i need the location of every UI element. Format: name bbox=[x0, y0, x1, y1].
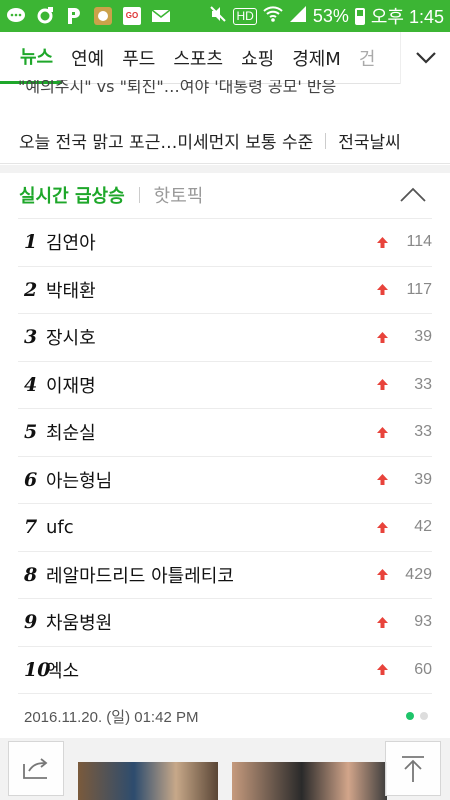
rise-arrow-icon bbox=[376, 521, 388, 533]
rank-keyword: 김연아 bbox=[46, 233, 96, 255]
rank-keyword: ufc bbox=[46, 516, 74, 538]
rank-number: 7 bbox=[24, 516, 38, 539]
clock: 오후 1:45 bbox=[370, 7, 444, 27]
tab-sports[interactable]: 스포츠 bbox=[164, 32, 232, 84]
ranking-row[interactable]: 2 박태환 117 bbox=[18, 265, 432, 314]
rank-number: 1 bbox=[24, 231, 38, 254]
share-icon bbox=[23, 757, 48, 779]
news-headline[interactable]: "예의주시" vs "퇴진"…여야 '대통령 공모' 반응 bbox=[18, 80, 438, 102]
rank-keyword: 엑소 bbox=[46, 660, 80, 682]
ranking-row[interactable]: 4 이재명 33 bbox=[18, 360, 432, 409]
rank-keyword: 최순실 bbox=[46, 423, 96, 445]
news-thumbnail[interactable] bbox=[232, 762, 387, 800]
ranking-list: 1 김연아 114 2 박태환 117 3 장시호 39 4 이재명 33 5 … bbox=[18, 218, 432, 693]
ranking-row[interactable]: 3 장시호 39 bbox=[18, 313, 432, 361]
tab-hot-topic[interactable]: 핫토픽 bbox=[154, 182, 204, 208]
battery-icon bbox=[354, 7, 365, 25]
rank-keyword: 차움병원 bbox=[46, 613, 113, 635]
rank-change-count: 117 bbox=[406, 280, 432, 298]
rank-number: 5 bbox=[24, 421, 38, 444]
tab-news[interactable]: 뉴스 bbox=[0, 32, 63, 84]
mail-icon bbox=[151, 6, 171, 26]
sync-icon bbox=[35, 6, 55, 26]
ranking-row[interactable]: 5 최순실 33 bbox=[18, 408, 432, 456]
rank-change-count: 429 bbox=[405, 565, 432, 583]
chat-icon bbox=[6, 6, 26, 26]
rank-number: 10 bbox=[24, 658, 51, 681]
wifi-icon bbox=[263, 5, 283, 28]
tabs-expand-button[interactable] bbox=[400, 32, 450, 84]
rank-change-count: 39 bbox=[414, 328, 432, 346]
share-button[interactable] bbox=[8, 741, 64, 796]
page-dot-active[interactable] bbox=[406, 712, 414, 720]
rank-number: 3 bbox=[24, 326, 38, 349]
status-bar: GO HD 53% 오후 1:45 bbox=[0, 0, 450, 32]
ranking-row[interactable]: 6 아는형님 39 bbox=[18, 455, 432, 504]
rank-change-count: 114 bbox=[406, 233, 432, 251]
sun-app-icon bbox=[93, 6, 113, 26]
news-headline-text: "예의주시" vs "퇴진"…여야 '대통령 공모' 반응 bbox=[18, 80, 337, 96]
hd-icon: HD bbox=[233, 7, 257, 25]
ranking-timestamp: 2016.11.20. (일) 01:42 PM bbox=[24, 708, 199, 726]
ranking-header: 실시간 급상승 핫토픽 bbox=[0, 172, 450, 218]
rank-number: 9 bbox=[24, 611, 38, 634]
tab-entertainment[interactable]: 연예 bbox=[62, 32, 113, 84]
rank-change-count: 93 bbox=[414, 613, 432, 631]
rise-arrow-icon bbox=[376, 379, 388, 391]
page-indicator[interactable] bbox=[406, 712, 428, 720]
mute-icon bbox=[209, 5, 227, 28]
tab-health[interactable]: 건 bbox=[350, 32, 385, 84]
national-weather-link[interactable]: 전국날씨 bbox=[338, 128, 401, 153]
news-thumbnail[interactable] bbox=[78, 762, 218, 800]
rank-keyword: 아는형님 bbox=[46, 470, 113, 492]
go-app-icon: GO bbox=[122, 6, 142, 26]
rise-arrow-icon bbox=[376, 664, 388, 676]
ranking-row[interactable]: 9 차움병원 93 bbox=[18, 598, 432, 646]
collapse-button[interactable] bbox=[398, 180, 428, 210]
signal-icon bbox=[289, 5, 307, 28]
ranking-footer: 2016.11.20. (일) 01:42 PM bbox=[18, 693, 432, 738]
ranking-row[interactable]: 8 레알마드리드 아틀레티코 429 bbox=[18, 550, 432, 599]
ranking-row[interactable]: 7 ufc 42 bbox=[18, 503, 432, 551]
arrow-up-icon bbox=[402, 755, 424, 782]
tab-economy[interactable]: 경제M bbox=[283, 32, 350, 84]
category-tabs: 뉴스 연예 푸드 스포츠 쇼핑 경제M 건 bbox=[0, 32, 450, 84]
page-dot[interactable] bbox=[420, 712, 428, 720]
battery-percent: 53% bbox=[312, 5, 349, 26]
rise-arrow-icon bbox=[376, 474, 388, 486]
ranking-row[interactable]: 10 엑소 60 bbox=[18, 645, 432, 694]
rise-arrow-icon bbox=[376, 426, 388, 438]
rise-arrow-icon bbox=[376, 616, 388, 628]
chevron-down-icon bbox=[415, 52, 436, 64]
ranking-row[interactable]: 1 김연아 114 bbox=[18, 218, 432, 266]
rank-keyword: 박태환 bbox=[46, 280, 96, 302]
rank-change-count: 60 bbox=[414, 660, 432, 678]
rank-keyword: 장시호 bbox=[46, 328, 96, 350]
rank-number: 8 bbox=[24, 563, 38, 586]
weather-summary: 오늘 전국 맑고 포근…미세먼지 보통 수준 전국날씨 bbox=[0, 118, 450, 164]
rank-number: 6 bbox=[24, 468, 38, 491]
chevron-up-icon bbox=[400, 187, 426, 202]
rank-change-count: 39 bbox=[414, 470, 432, 488]
rise-arrow-icon bbox=[376, 236, 388, 248]
rise-arrow-icon bbox=[376, 284, 388, 296]
p-app-icon bbox=[64, 6, 84, 26]
scroll-top-button[interactable] bbox=[385, 741, 441, 796]
rise-arrow-icon bbox=[376, 569, 388, 581]
rank-change-count: 33 bbox=[414, 375, 432, 393]
divider bbox=[138, 187, 140, 203]
rise-arrow-icon bbox=[376, 331, 388, 343]
tab-shopping[interactable]: 쇼핑 bbox=[232, 32, 283, 84]
divider bbox=[325, 132, 327, 149]
svg-text:GO: GO bbox=[126, 11, 138, 20]
rank-change-count: 33 bbox=[414, 423, 432, 441]
rank-keyword: 이재명 bbox=[46, 375, 96, 397]
rank-keyword: 레알마드리드 아틀레티코 bbox=[46, 565, 234, 587]
rank-number: 4 bbox=[24, 373, 38, 396]
rank-number: 2 bbox=[24, 278, 38, 301]
tab-realtime-rising[interactable]: 실시간 급상승 bbox=[19, 182, 125, 208]
weather-text[interactable]: 오늘 전국 맑고 포근…미세먼지 보통 수준 bbox=[19, 128, 313, 153]
rank-change-count: 42 bbox=[414, 518, 432, 536]
tab-food[interactable]: 푸드 bbox=[113, 32, 164, 84]
